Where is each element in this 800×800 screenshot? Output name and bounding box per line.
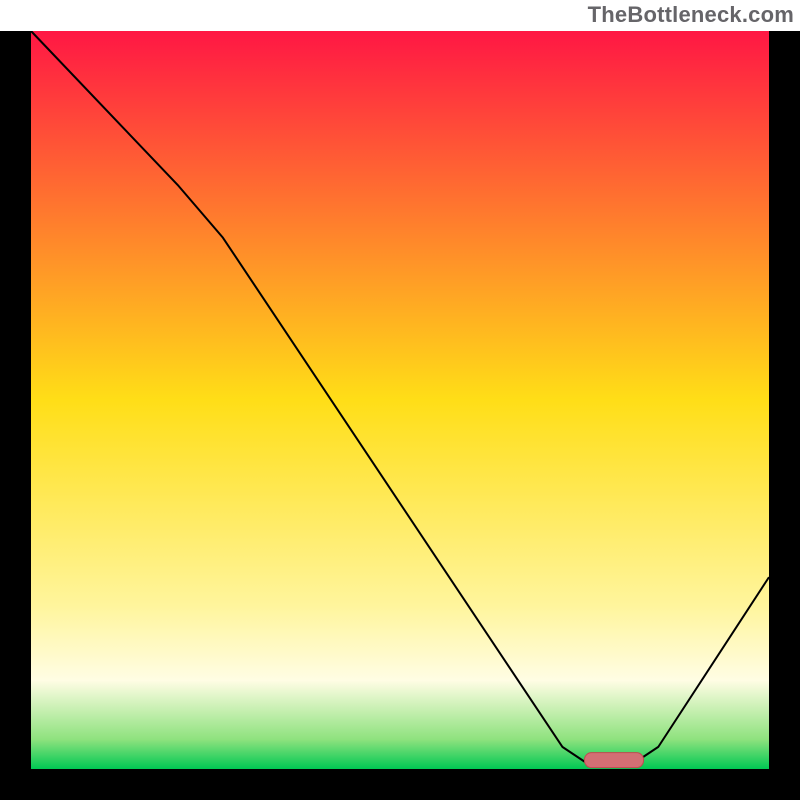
x-axis <box>0 769 800 800</box>
chart-container: TheBottleneck.com <box>0 0 800 800</box>
bottleneck-chart <box>0 0 800 800</box>
plot-gradient-background <box>31 31 769 769</box>
y-axis <box>0 31 31 800</box>
optimal-range-marker <box>585 753 644 768</box>
watermark-text: TheBottleneck.com <box>588 2 794 28</box>
right-frame <box>769 31 800 800</box>
